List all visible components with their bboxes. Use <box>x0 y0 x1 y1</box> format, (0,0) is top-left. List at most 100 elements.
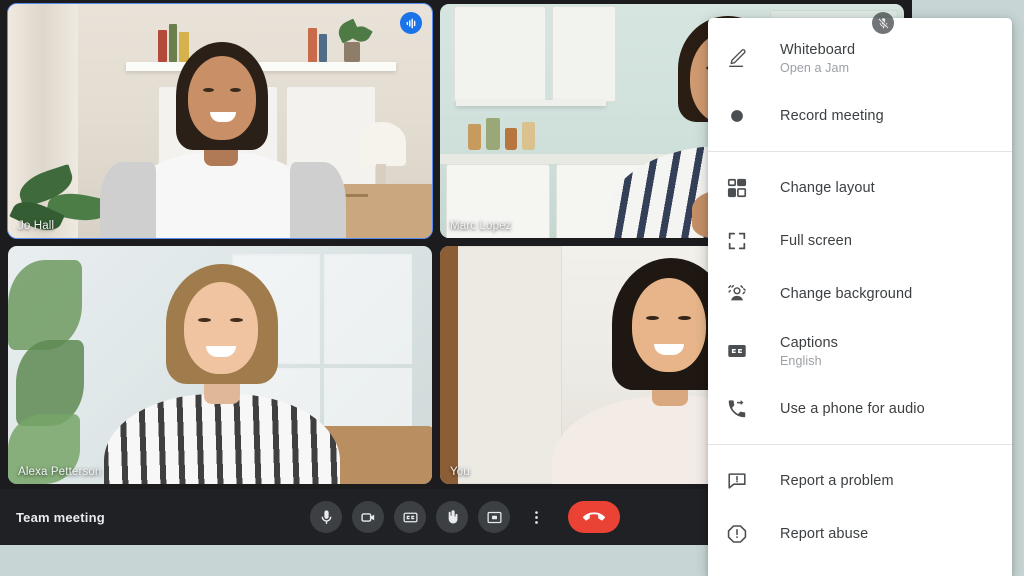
book <box>169 24 177 62</box>
pot <box>344 42 360 62</box>
person-eye <box>646 316 659 320</box>
participant-name-2: Alexa Petterson <box>18 466 102 478</box>
menu-group-3: Report a problem Report abuse <box>708 454 1012 576</box>
person-cardigan <box>290 162 346 238</box>
participant-name-3: You <box>450 466 470 478</box>
plant <box>8 260 82 350</box>
videocam-icon <box>360 512 374 522</box>
person-eye <box>230 88 241 92</box>
shelf <box>456 100 606 106</box>
person-eye <box>678 316 691 320</box>
jar <box>505 128 517 150</box>
participant-video-2 <box>8 246 432 484</box>
menu-item-text: Captions English <box>780 334 838 369</box>
book <box>158 30 167 62</box>
menu-divider <box>708 444 1012 445</box>
menu-item-use-a-phone-for-audio[interactable]: Use a phone for audio <box>708 382 1012 435</box>
menu-item-whiteboard[interactable]: Whiteboard Open a Jam <box>708 27 1012 89</box>
menu-item-text: Record meeting <box>780 107 884 125</box>
menu-divider <box>708 151 1012 152</box>
present-screen-icon <box>486 511 502 523</box>
closed-caption-icon <box>726 340 754 362</box>
wall-panel <box>452 246 562 484</box>
menu-item-text: Change background <box>780 285 912 303</box>
call-end-icon <box>583 512 605 521</box>
menu-item-label: Change background <box>780 285 913 302</box>
jar <box>468 124 481 150</box>
menu-item-label: Captions <box>780 334 839 351</box>
menu-item-change-layout[interactable]: Change layout <box>708 161 1012 214</box>
menu-group-2: Change layout Full screen Change backgro… <box>708 161 1012 435</box>
mic-off-icon <box>872 12 894 34</box>
options-menu: Whiteboard Open a Jam Record meeting Cha… <box>708 18 1012 576</box>
book <box>319 34 327 62</box>
microphone-button[interactable] <box>310 501 342 533</box>
feedback-icon <box>726 470 754 492</box>
menu-item-label: Report a problem <box>780 472 894 489</box>
camera-button[interactable] <box>352 501 384 533</box>
menu-item-sublabel: Open a Jam <box>780 60 850 75</box>
door-frame <box>440 246 458 484</box>
meeting-title: Team meeting <box>16 509 105 525</box>
menu-item-label: Report abuse <box>780 525 869 542</box>
hangup-button[interactable] <box>568 501 620 533</box>
report-abuse-icon <box>726 523 754 545</box>
raise-hand-button[interactable] <box>436 501 468 533</box>
menu-item-captions[interactable]: Captions English <box>708 320 1012 382</box>
lamp-base <box>376 164 386 184</box>
menu-item-sublabel: English <box>780 353 822 368</box>
screen: Jo Hall Marc Lopez Alexa Petterson You T… <box>0 0 1024 576</box>
participant-name-0: Jo Hall <box>18 220 55 232</box>
participant-name-1: Marc Lopez <box>450 220 512 232</box>
menu-item-report-abuse[interactable]: Report abuse <box>708 507 1012 560</box>
participant-tile-0[interactable]: Jo Hall <box>7 3 433 239</box>
fullscreen-icon <box>726 230 754 252</box>
jar <box>486 118 500 150</box>
menu-item-label: Whiteboard <box>780 41 856 58</box>
lamp <box>358 122 406 166</box>
menu-item-text: Change layout <box>780 179 875 197</box>
more-options-button[interactable] <box>520 501 552 533</box>
person-cardigan <box>100 162 156 238</box>
book <box>179 32 189 62</box>
book <box>308 28 317 62</box>
person-eye <box>198 318 211 322</box>
cabinet <box>552 6 616 102</box>
menu-item-label: Change layout <box>780 179 875 196</box>
menu-group-1: Whiteboard Open a Jam Record meeting <box>708 27 1012 142</box>
person-head <box>188 56 256 140</box>
menu-item-text: Use a phone for audio <box>780 400 925 418</box>
window <box>324 254 412 364</box>
menu-item-report-a-problem[interactable]: Report a problem <box>708 454 1012 507</box>
phone-forward-icon <box>726 398 754 420</box>
record-dot-icon <box>726 105 754 127</box>
menu-item-text: Whiteboard Open a Jam <box>780 41 855 76</box>
menu-item-label: Record meeting <box>780 107 884 124</box>
person-head <box>184 282 258 374</box>
menu-item-troubleshooting-help[interactable]: Troubleshooting & help <box>708 560 1012 576</box>
menu-item-text: Full screen <box>780 232 852 250</box>
layout-grid-icon <box>726 177 754 199</box>
counter <box>440 154 670 164</box>
raise-hand-icon <box>448 509 457 523</box>
captions-button[interactable] <box>394 501 426 533</box>
closed-caption-icon <box>402 512 418 522</box>
menu-item-label: Use a phone for audio <box>780 400 925 417</box>
menu-item-text: Report abuse <box>780 525 868 543</box>
person-eye <box>203 88 214 92</box>
person-head <box>632 278 706 372</box>
speaking-indicator-icon <box>400 12 422 34</box>
cabinet <box>454 6 546 102</box>
menu-item-text: Report a problem <box>780 472 894 490</box>
participant-video-0 <box>8 4 432 238</box>
menu-item-change-background[interactable]: Change background <box>708 267 1012 320</box>
pen-icon <box>726 47 754 69</box>
participant-tile-2[interactable]: Alexa Petterson <box>8 246 432 484</box>
present-button[interactable] <box>478 501 510 533</box>
jar <box>522 122 535 150</box>
control-buttons <box>310 489 620 545</box>
more-vertical-icon <box>534 510 538 524</box>
menu-item-record-meeting[interactable]: Record meeting <box>708 89 1012 142</box>
menu-item-label: Full screen <box>780 232 853 249</box>
menu-item-full-screen[interactable]: Full screen <box>708 214 1012 267</box>
